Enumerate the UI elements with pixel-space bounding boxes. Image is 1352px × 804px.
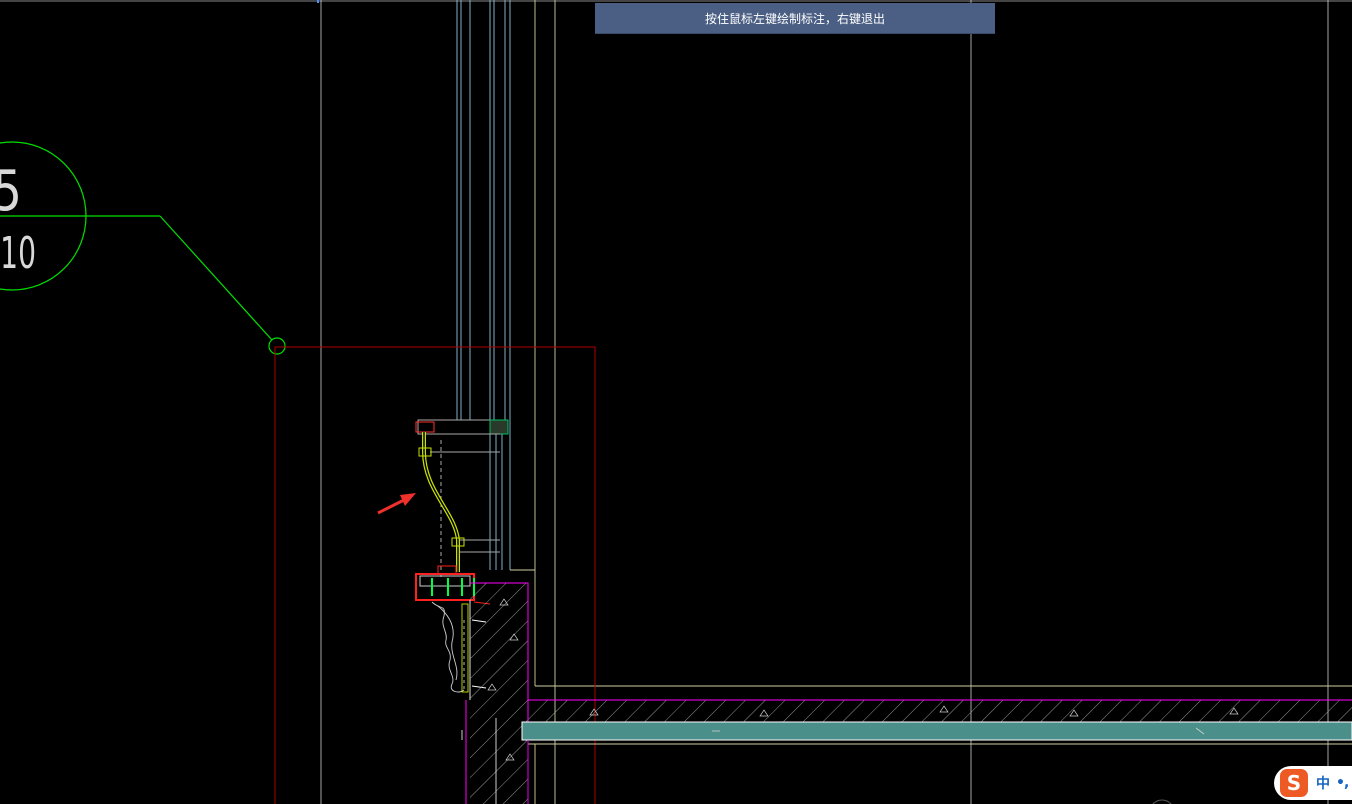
detail-callout: 5 -10 bbox=[0, 141, 286, 355]
ime-language-toggle[interactable]: 中 bbox=[1316, 773, 1330, 793]
command-tooltip: 按住鼠标左键绘制标注，右键退出 bbox=[595, 3, 995, 33]
callout-top-label: 5 bbox=[0, 159, 22, 224]
callout-bottom-label: -10 bbox=[0, 228, 36, 279]
wall-reference-lines bbox=[510, 0, 1352, 804]
window-sash bbox=[415, 419, 509, 580]
tooltip-text: 按住鼠标左键绘制标注，右键退出 bbox=[704, 11, 885, 26]
cursor-marker bbox=[1152, 799, 1172, 804]
lower-floor-lines bbox=[527, 740, 1352, 804]
insulation-layer bbox=[521, 721, 1352, 741]
floor-slab bbox=[527, 699, 1352, 722]
sogou-logo-icon[interactable]: S bbox=[1280, 769, 1308, 797]
annotation-arrow bbox=[377, 493, 416, 515]
curtain-profile bbox=[418, 432, 465, 572]
cad-drawing-canvas[interactable]: 5 -10 bbox=[0, 0, 1352, 804]
ime-punctuation-toggle[interactable]: •, bbox=[1336, 775, 1349, 791]
ime-indicator[interactable]: S 中 •, bbox=[1274, 766, 1352, 800]
concrete-wall bbox=[461, 582, 529, 804]
